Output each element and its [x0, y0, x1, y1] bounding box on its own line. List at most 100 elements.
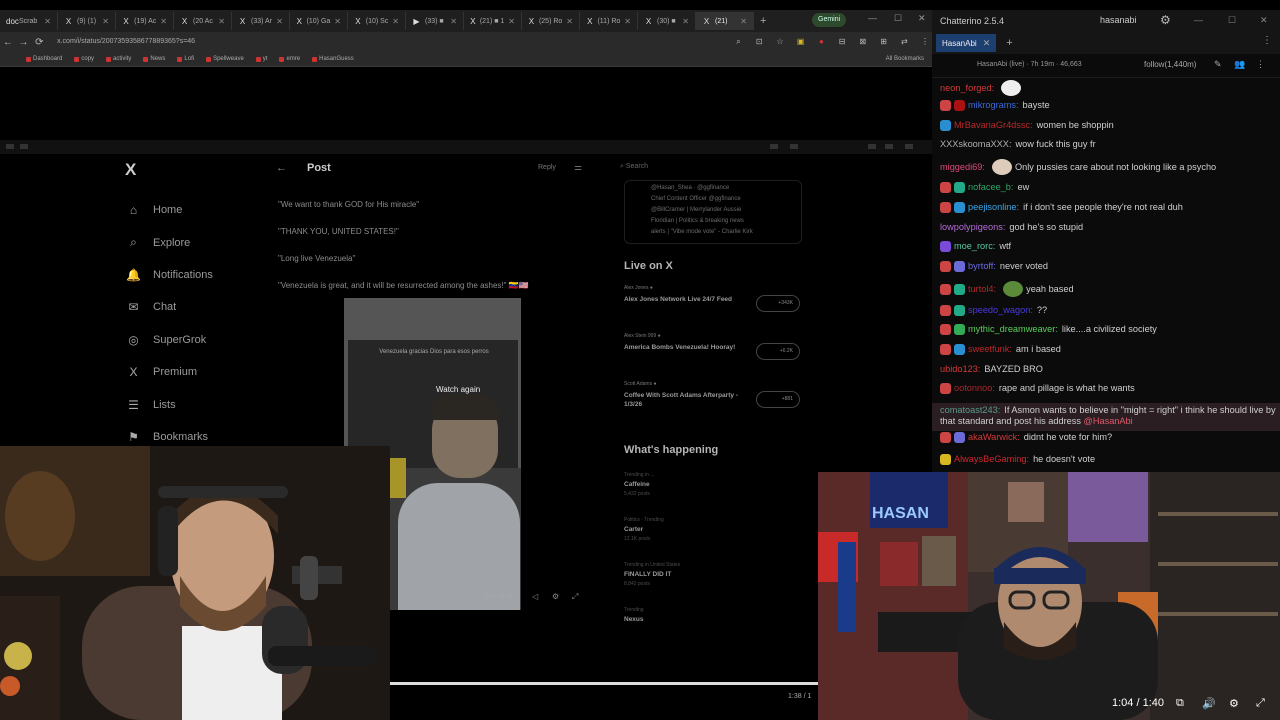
chat-username[interactable]: sweetfunk:: [968, 344, 1012, 355]
add-tab-icon[interactable]: +: [1006, 37, 1012, 49]
settings-icon[interactable]: ⚙: [1229, 697, 1239, 710]
bookmark-item[interactable]: Dashboard: [26, 56, 62, 62]
x-nav-premium[interactable]: X Premium: [120, 356, 270, 388]
bookmark-item[interactable]: copy: [74, 56, 94, 62]
browser-tab[interactable]: X (9) (1) ✕: [58, 12, 116, 30]
mute-icon[interactable]: ◁: [532, 592, 538, 601]
account-name[interactable]: hasanabi: [1100, 15, 1137, 25]
x-nav-home[interactable]: ⌂ Home: [120, 194, 270, 226]
close-tab-icon[interactable]: ✕: [740, 17, 747, 26]
all-bookmarks[interactable]: All Bookmarks: [886, 56, 924, 62]
x-nav-chat[interactable]: ✉ Chat: [120, 291, 270, 323]
browser-tab[interactable]: ▶ (33) ■ ✕: [406, 12, 464, 30]
extension-icon[interactable]: ⊟: [835, 37, 849, 47]
users-icon[interactable]: 👥: [1234, 59, 1245, 70]
close-tab-icon[interactable]: ✕: [624, 17, 631, 26]
live-item[interactable]: Alex Stein 999 ● America Bombs Venezuela!…: [624, 333, 802, 377]
trend-item[interactable]: Politics · Trending Carter 12.1K posts: [624, 517, 802, 542]
record-icon[interactable]: ●: [815, 37, 829, 47]
x-search-input[interactable]: ⌕ Search: [620, 163, 800, 177]
chat-username[interactable]: byrtoff:: [968, 261, 996, 272]
browser-tab[interactable]: X (21) ✕: [696, 12, 754, 30]
reply-link[interactable]: Reply: [538, 164, 556, 171]
browser-tab[interactable]: X (25) Ro ✕: [522, 12, 580, 30]
chat-username[interactable]: ootonnoo:: [954, 383, 995, 394]
install-icon[interactable]: ⊡: [752, 37, 766, 47]
trend-item[interactable]: Trending in United States FINALLY DID IT 8…: [624, 562, 802, 587]
forward-icon[interactable]: →: [16, 37, 32, 48]
close-tab-icon[interactable]: ✕: [102, 17, 109, 26]
watch-again-button[interactable]: Watch again: [436, 385, 480, 394]
bookmark-item[interactable]: News: [143, 56, 165, 62]
chat-username[interactable]: comatoast243:: [940, 405, 1000, 415]
live-item[interactable]: Alex Jones ● Alex Jones Network Live 24/7…: [624, 285, 802, 329]
x-nav-supergrok[interactable]: ◎ SuperGrok: [120, 324, 270, 356]
maximize-icon[interactable]: ☐: [894, 13, 902, 24]
live-item[interactable]: Scott Adams ● Coffee With Scott Adams Aft…: [624, 381, 802, 425]
close-tab-icon[interactable]: ✕: [334, 17, 341, 26]
chat-message[interactable]: ubido123: BAYZED BRO: [932, 364, 1280, 375]
back-icon[interactable]: ←: [0, 37, 16, 48]
more-icon[interactable]: ⋮: [1256, 59, 1265, 70]
chat-username[interactable]: mikrograms:: [968, 100, 1019, 111]
extension-icon[interactable]: ⊠: [856, 37, 870, 47]
close-tab-icon[interactable]: ✕: [508, 17, 515, 26]
chat-mention[interactable]: @HasanAbi: [1084, 416, 1133, 426]
chat-username[interactable]: turtol4:: [968, 284, 996, 295]
chat-message[interactable]: XXXskoomaXXX: wow fuck this guy fr: [932, 139, 1280, 150]
chat-username[interactable]: moe_rorc:: [954, 241, 995, 252]
browser-tab[interactable]: X (30) ■ ✕: [638, 12, 696, 30]
chat-message[interactable]: miggedi69: Only pussies care about not lo…: [932, 159, 1280, 175]
chat-message[interactable]: MrBavariaGr4dssc: women be shoppin: [932, 120, 1280, 131]
bookmark-star-icon[interactable]: ☆: [773, 37, 787, 47]
close-tab-icon[interactable]: ✕: [566, 17, 573, 26]
close-tab-icon[interactable]: ✕: [276, 17, 283, 26]
zoom-icon[interactable]: ⌕: [732, 37, 746, 47]
chat-username[interactable]: ubido123:: [940, 364, 980, 375]
x-nav-lists[interactable]: ☰ Lists: [120, 388, 270, 420]
settings-icon[interactable]: ⚙: [552, 592, 559, 601]
extension-icon[interactable]: ▣: [794, 37, 808, 47]
chat-message[interactable]: peejisonline: if i don't see people they'…: [932, 202, 1280, 213]
browser-tab[interactable]: X (10) Sc ✕: [348, 12, 406, 30]
close-tab-icon[interactable]: ✕: [44, 17, 51, 26]
chat-message[interactable]: mikrograms: bayste: [932, 100, 1280, 111]
new-tab-icon[interactable]: +: [754, 15, 772, 27]
chat-message[interactable]: ootonnoo: rape and pillage is what he wan…: [932, 383, 1280, 394]
browser-tab[interactable]: X (33) Ar ✕: [232, 12, 290, 30]
url-field[interactable]: x.com/i/status/2007359358677889365?s=46: [57, 35, 724, 49]
close-icon[interactable]: ✕: [918, 13, 926, 24]
chat-username[interactable]: MrBavariaGr4dssc:: [954, 120, 1033, 131]
chat-username[interactable]: akaWarwick:: [968, 432, 1020, 443]
chat-username[interactable]: nofacee_b:: [968, 182, 1013, 193]
chat-username[interactable]: AlwaysBeGaming:: [954, 454, 1029, 465]
chat-message[interactable]: nofacee_b: ew: [932, 182, 1280, 193]
extension-icon[interactable]: ⇄: [897, 37, 911, 47]
x-nav-explore[interactable]: ⌕ Explore: [120, 226, 270, 258]
bookmark-item[interactable]: HasanGuess: [312, 56, 354, 62]
close-tab-icon[interactable]: ✕: [392, 17, 399, 26]
chat-message[interactable]: AlwaysBeGaming: he doesn't vote: [932, 454, 1280, 465]
chat-message[interactable]: mythic_dreamweaver: like....a civilized s…: [932, 324, 1280, 335]
edit-icon[interactable]: ✎: [1214, 59, 1222, 70]
bookmark-item[interactable]: Spellweave: [206, 56, 244, 62]
video-progress-bar[interactable]: [390, 682, 818, 685]
chat-message[interactable]: moe_rorc: wtf: [932, 241, 1280, 252]
close-tab-icon[interactable]: ✕: [682, 17, 689, 26]
minimize-icon[interactable]: —: [868, 13, 877, 23]
volume-icon[interactable]: 🔊: [1202, 697, 1216, 710]
close-icon[interactable]: ✕: [1260, 15, 1268, 26]
chat-username[interactable]: peejisonline:: [968, 202, 1019, 213]
captions-icon[interactable]: ⧉: [1176, 697, 1184, 710]
back-arrow-icon[interactable]: ←: [276, 162, 287, 174]
close-tab-icon[interactable]: ✕: [160, 17, 167, 26]
trend-item[interactable]: Trending in ... Caffeine 5,432 posts: [624, 472, 802, 497]
browser-tab[interactable]: X (11) Ro ✕: [580, 12, 638, 30]
chat-username[interactable]: XXXskoomaXXX:: [940, 139, 1012, 150]
browser-tab[interactable]: X (21) ■ 1 ✕: [464, 12, 522, 30]
chat-username[interactable]: miggedi69:: [940, 162, 985, 173]
close-tab-icon[interactable]: ✕: [450, 17, 457, 26]
expand-icon[interactable]: ⤢: [572, 592, 578, 602]
chat-message[interactable]: byrtoff: never voted: [932, 261, 1280, 272]
chat-username[interactable]: speedo_wagon:: [968, 305, 1033, 316]
